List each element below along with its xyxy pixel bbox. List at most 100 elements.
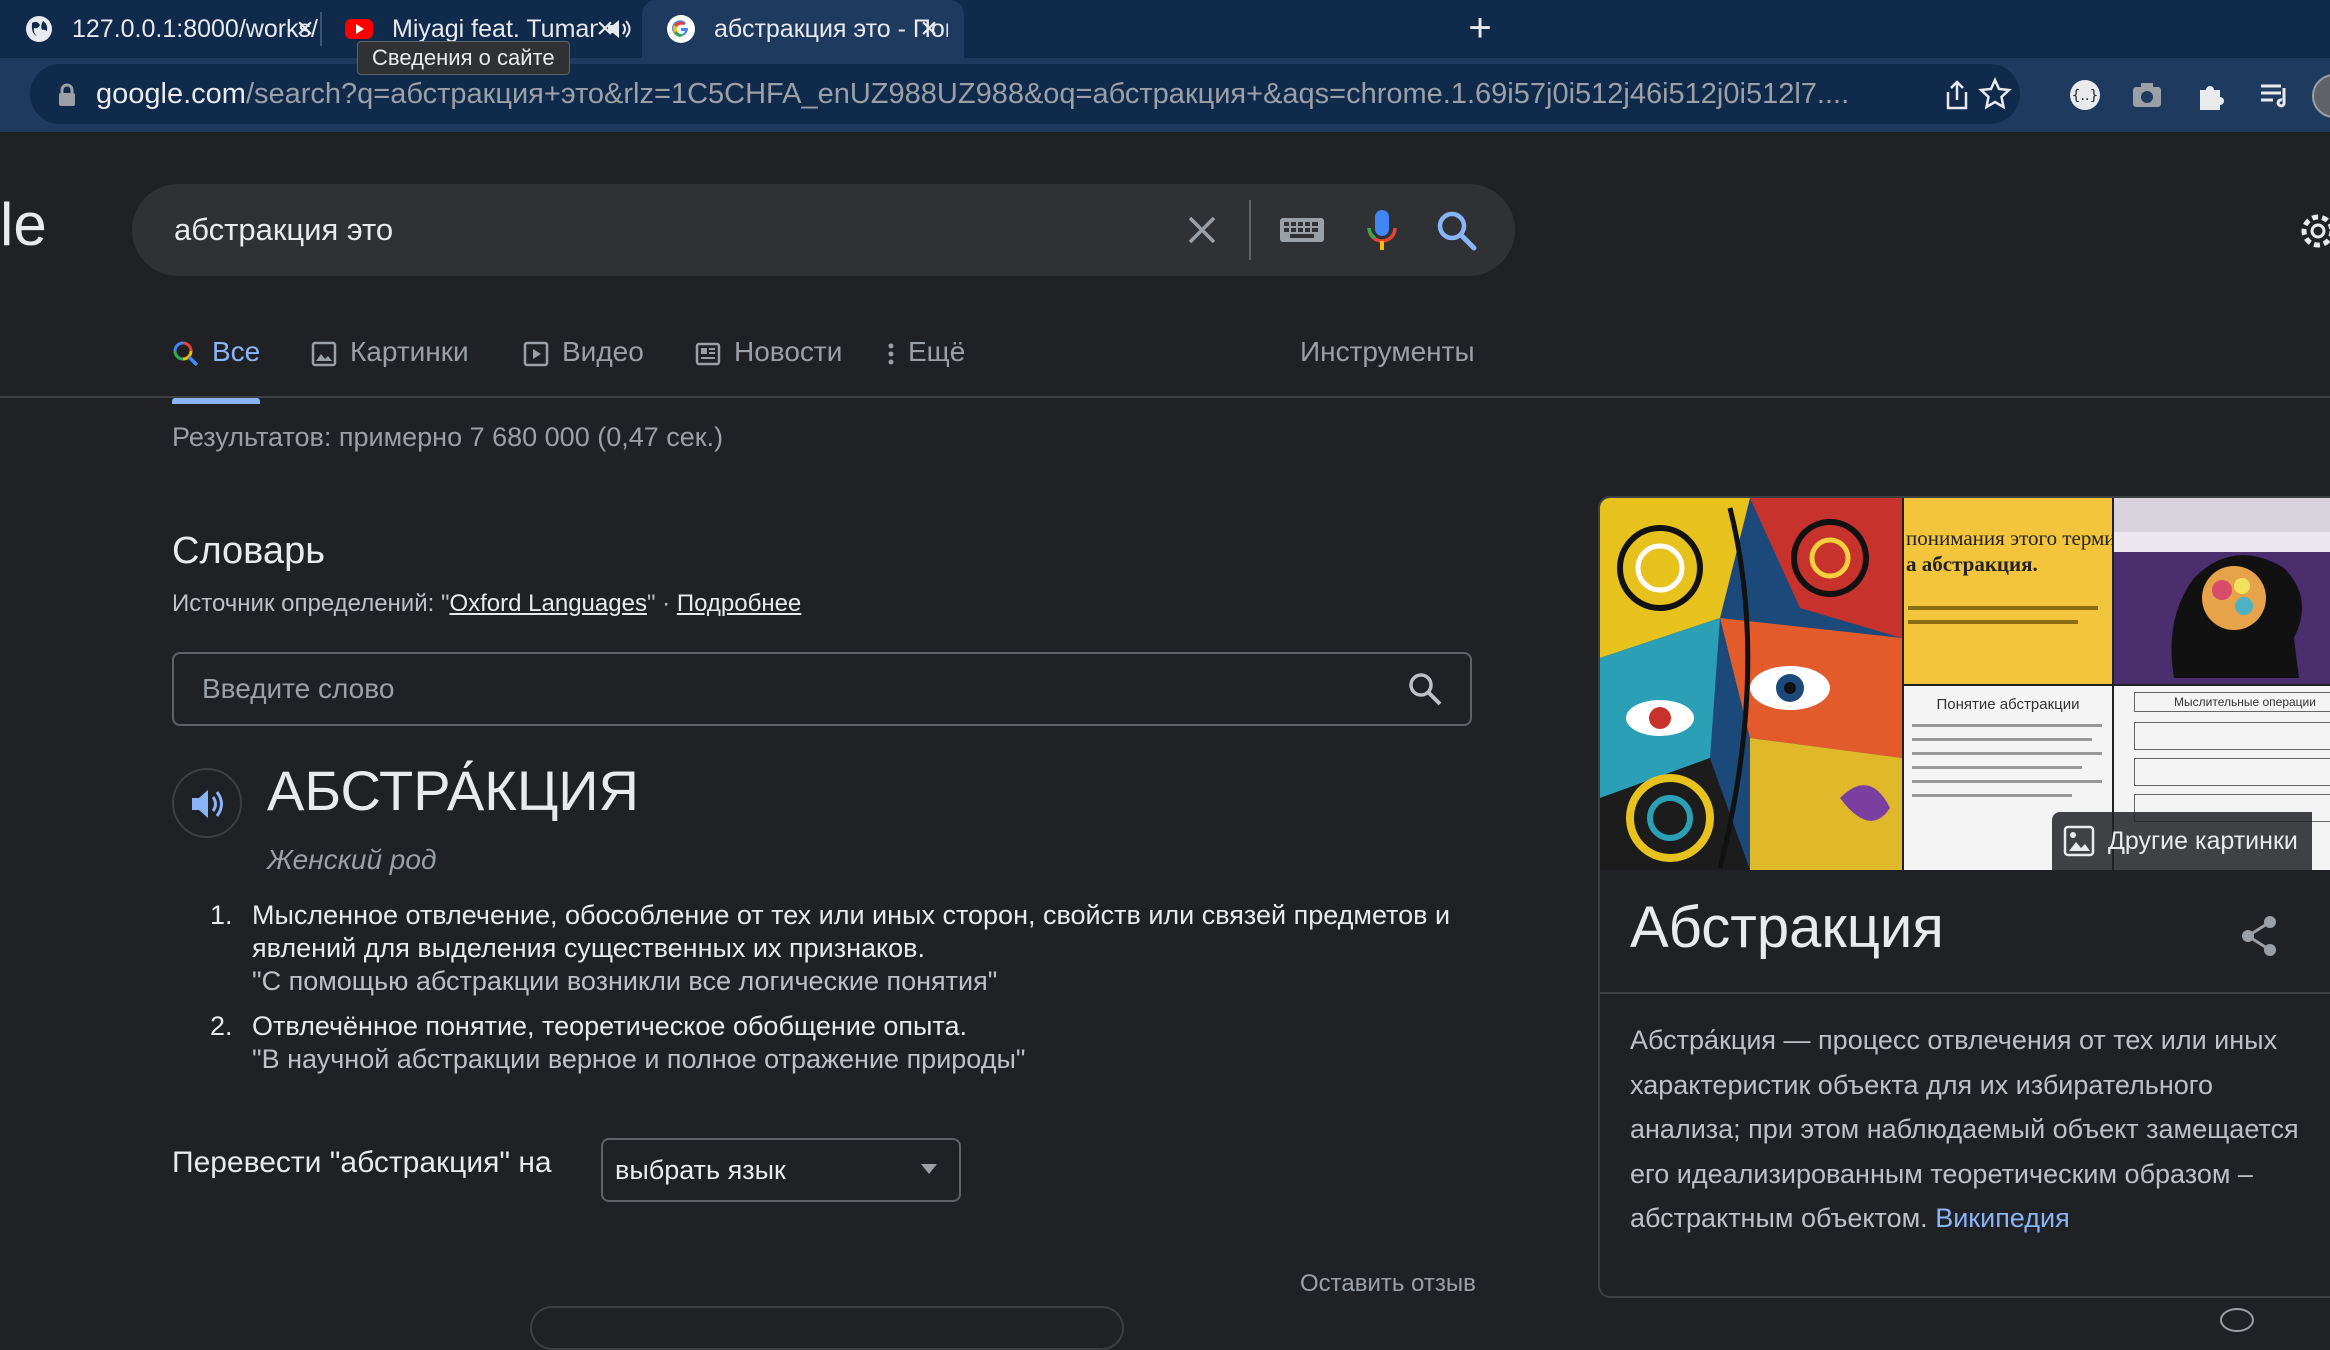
tab-label: Видео (562, 336, 644, 367)
slide-text-line (1908, 606, 2098, 610)
slide-heading: Понятие абстракции (1936, 696, 2080, 713)
next-result-card (530, 1306, 1124, 1350)
slide-text-line (1912, 738, 2092, 741)
google-search-icon (173, 341, 199, 367)
bookmark-star-icon[interactable] (1978, 77, 2012, 111)
chevron-down-icon (921, 1164, 937, 1174)
slide-heading: Мыслительные операции (2134, 692, 2330, 712)
tab-video[interactable]: Видео (522, 316, 644, 396)
slide-line: а абстракция. (1906, 552, 2038, 576)
youtube-icon (345, 19, 373, 39)
translate-label: Перевести "абстракция" на (172, 1146, 552, 1179)
source-suffix: " · (646, 590, 677, 617)
language-select[interactable]: выбрать язык (601, 1138, 961, 1202)
slide-line: понимания этого терми (1906, 526, 2112, 550)
image-icon (311, 341, 337, 367)
feedback-link[interactable]: Оставить отзыв (1300, 1270, 1476, 1298)
definition-example: "С помощью абстракции возникли все логич… (252, 966, 998, 996)
description-text: Абстра́кция — процесс отвлечения от тех … (1630, 1025, 2299, 1233)
slide-text-line (1912, 752, 2102, 755)
definition-number: 2. (210, 1011, 233, 1041)
image-icon (2063, 825, 2095, 857)
definition-number: 1. (210, 900, 233, 930)
tabs-divider (0, 396, 2330, 398)
more-info-link[interactable]: Подробнее (677, 590, 801, 617)
site-info-tooltip: Сведения о сайте (357, 41, 570, 75)
grammatical-gender: Женский род (267, 844, 437, 875)
tab-news[interactable]: Новости (694, 316, 842, 396)
google-logo[interactable]: le (0, 190, 47, 259)
extensions-puzzle-icon[interactable] (2194, 78, 2228, 112)
slide-text-line (1908, 620, 2078, 624)
more-images-button[interactable]: Другие картинки (2052, 812, 2312, 870)
definition-example: "В научной абстракции верное и полное от… (252, 1044, 1026, 1074)
dictionary-title: Словарь (172, 530, 326, 572)
news-icon (695, 342, 721, 366)
close-tab-icon[interactable]: × (912, 12, 946, 46)
knowledge-panel-title: Абстракция (1630, 895, 1944, 960)
share-icon[interactable] (2240, 914, 2280, 958)
share-page-icon[interactable] (1940, 78, 1974, 112)
profile-avatar[interactable] (2312, 74, 2330, 118)
speaker-icon (192, 790, 223, 818)
slide-box (2134, 758, 2330, 786)
settings-gear-icon[interactable] (2295, 208, 2330, 254)
browser-tab-google-active[interactable]: абстракция это - Поиск в Google × (642, 0, 964, 58)
tab-label: Все (212, 336, 261, 367)
dictionary-source: Источник определений: "Oxford Languages"… (172, 590, 801, 618)
more-vert-icon (888, 343, 894, 365)
search-icon[interactable] (1406, 670, 1444, 708)
definition-text: Мысленное отвлечение, обособление от тех… (252, 900, 1451, 963)
tab-title: 127.0.0.1:8000/works/ (72, 14, 318, 43)
tab-all[interactable]: Все (172, 316, 261, 404)
clear-icon[interactable] (1182, 210, 1222, 250)
tools-label: Инструменты (1300, 336, 1475, 367)
browser-tab-works[interactable]: 127.0.0.1:8000/works/ × (0, 0, 340, 58)
close-tab-icon[interactable]: × (588, 12, 622, 46)
tab-label: Картинки (350, 336, 469, 367)
feedback-icon[interactable] (2220, 1308, 2254, 1332)
play-icon (523, 341, 549, 367)
svg-text:{..}: {..} (2072, 88, 2099, 104)
tab-more[interactable]: Ещё (884, 316, 965, 396)
lock-icon[interactable] (54, 82, 80, 108)
knowledge-panel-description: Абстра́кция — процесс отвлечения от тех … (1630, 1018, 2330, 1241)
wikipedia-link[interactable]: Википедия (1935, 1203, 2070, 1233)
result-stats: Результатов: примерно 7 680 000 (0,47 се… (172, 422, 724, 452)
browser-toolbar: google.com/search?q=абстракция+это&rlz=1… (0, 58, 2330, 132)
search-divider (1249, 200, 1251, 260)
keyboard-icon[interactable] (1278, 212, 1326, 248)
source-prefix: Источник определений: " (172, 590, 450, 617)
search-input[interactable]: абстракция это (174, 184, 393, 276)
reading-list-icon[interactable] (2258, 78, 2292, 112)
definition-text: Отвлечённое понятие, теоретическое обобщ… (252, 1011, 967, 1041)
dictionary-headword: АБСТРА́КЦИЯ (267, 759, 639, 822)
new-tab-button[interactable]: + (1458, 6, 1502, 50)
camera-extension-icon[interactable] (2130, 78, 2164, 112)
definition-slide-image[interactable]: понимания этого терми а абстракция. (1904, 498, 2112, 684)
tab-images[interactable]: Картинки (310, 316, 469, 396)
slide-text-line (1912, 794, 2072, 797)
pronunciation-button[interactable] (172, 768, 242, 838)
language-select-value: выбрать язык (615, 1155, 786, 1185)
tools-button[interactable]: Инструменты (1300, 316, 1475, 396)
search-icon[interactable] (1432, 206, 1480, 254)
search-box[interactable]: абстракция это (132, 184, 1515, 276)
close-tab-icon[interactable]: × (288, 12, 322, 46)
microphone-icon[interactable] (1358, 206, 1406, 254)
more-images-label: Другие картинки (2108, 826, 2298, 855)
address-bar[interactable]: google.com/search?q=абстракция+это&rlz=1… (30, 64, 2020, 124)
brain-head-image[interactable] (2114, 498, 2330, 684)
extension-circle-icon[interactable]: {..} (2068, 78, 2102, 112)
search-tabs: Все Картинки Видео Новости Ещё Инструмен… (172, 316, 1502, 404)
abstract-face-painting-image[interactable] (1600, 498, 1902, 870)
globe-icon (26, 16, 52, 42)
oxford-languages-link[interactable]: Oxford Languages (449, 590, 646, 617)
tab-label: Новости (734, 336, 843, 367)
slide-text-line (1912, 724, 2102, 727)
dictionary-input-placeholder: Введите слово (202, 673, 395, 704)
slide-box (2134, 722, 2330, 750)
knowledge-panel: понимания этого терми а абстракция. Поня… (1598, 496, 2330, 1298)
browser-tab-strip: 127.0.0.1:8000/works/ × Miyagi feat. Tum… (0, 0, 2330, 58)
dictionary-word-input[interactable]: Введите слово (172, 652, 1472, 726)
